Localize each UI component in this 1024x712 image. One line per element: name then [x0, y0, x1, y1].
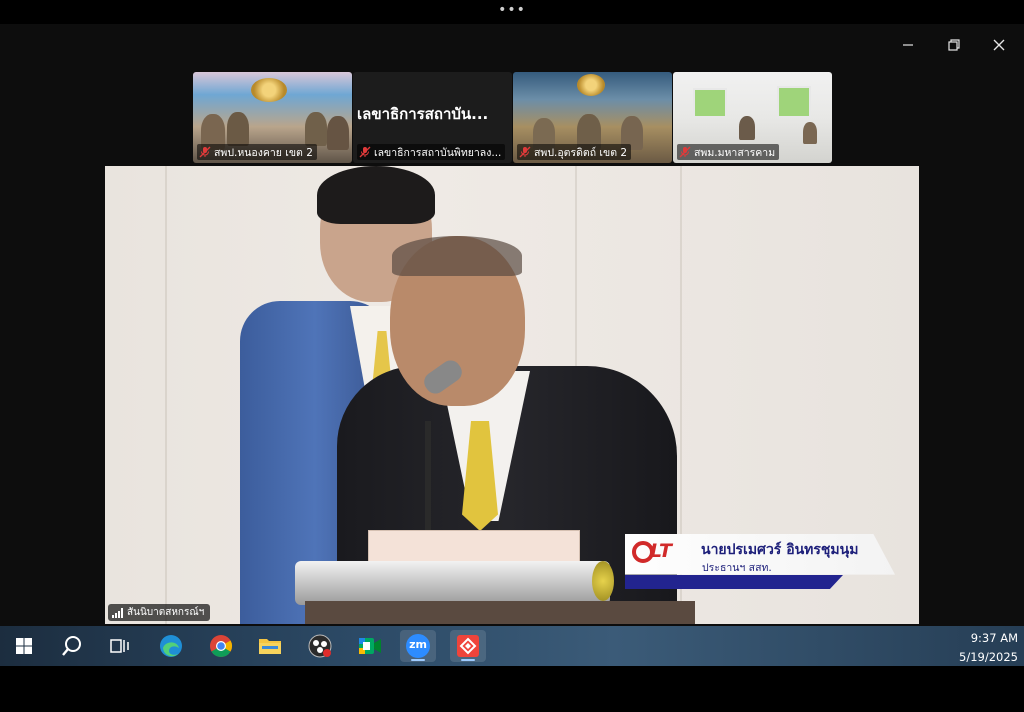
- edge-icon: [160, 635, 182, 657]
- podium: [295, 561, 610, 605]
- windows-taskbar: zm: [0, 626, 1024, 666]
- participant-strip: สพป.หนองคาย เขต 2 เลขาธิการสถาบัน... เลข…: [193, 72, 832, 163]
- microphone: [425, 421, 431, 541]
- participant-tile[interactable]: สพม.มหาสารคาม: [673, 72, 832, 163]
- restore-button[interactable]: [939, 32, 969, 58]
- obs-icon: [308, 634, 332, 658]
- emblem-image: [577, 74, 605, 96]
- participant-tile[interactable]: เลขาธิการสถาบัน... เลขาธิการสถาบันพิทยาล…: [353, 72, 512, 163]
- start-button[interactable]: [6, 630, 42, 662]
- participant-tile[interactable]: สพป.อุตรดิตถ์ เขต 2: [513, 72, 672, 163]
- chrome-icon: [210, 635, 232, 657]
- windows-start-icon: [16, 638, 32, 654]
- participant-name-label: สพป.หนองคาย เขต 2: [197, 144, 317, 160]
- clock-date: 5/19/2025: [959, 650, 1018, 664]
- clock-time: 9:37 AM: [970, 631, 1018, 645]
- active-speaker-video[interactable]: มาตร LT นายปรเมศวร์ อินทรชุมนุม ประธานฯ …: [105, 166, 919, 624]
- mic-muted-icon: [359, 146, 371, 158]
- zoom-button[interactable]: zm: [400, 630, 436, 662]
- speaker-title: ประธานฯ สสท.: [702, 562, 772, 574]
- participant-name-label: สพป.อุตรดิตถ์ เขต 2: [517, 144, 632, 160]
- participant-name-label: เลขาธิการสถาบันพิทยาลง...: [357, 144, 506, 160]
- minimize-button[interactable]: [893, 32, 923, 58]
- window-title-bar: •••: [0, 0, 1024, 24]
- google-meet-icon: [359, 638, 381, 654]
- speaker-name-badge: สันนิบาตสหกรณ์ฯ: [108, 604, 211, 621]
- more-options-icon[interactable]: •••: [498, 3, 526, 18]
- file-explorer-button[interactable]: [252, 630, 288, 662]
- system-clock[interactable]: 9:37 AM 5/19/2025: [950, 629, 1018, 667]
- mic-muted-icon: [199, 146, 211, 158]
- google-meet-button[interactable]: [352, 630, 388, 662]
- task-view-button[interactable]: [102, 630, 138, 662]
- lower-third-accent-bar: [625, 575, 843, 589]
- room-window: [693, 88, 727, 118]
- edge-button[interactable]: [153, 630, 189, 662]
- speaker-name: นายปรเมศวร์ อินทรชุมนุม: [701, 542, 859, 558]
- minimize-icon: [903, 44, 913, 46]
- participant-tile[interactable]: สพป.หนองคาย เขต 2: [193, 72, 352, 163]
- restore-icon: [948, 39, 960, 51]
- file-explorer-icon: [259, 639, 281, 654]
- search-icon: [62, 636, 81, 656]
- chrome-button[interactable]: [203, 630, 239, 662]
- connection-signal-icon: [112, 607, 123, 618]
- close-icon: [993, 39, 1005, 51]
- zoom-meeting-window: ••• สพป.หนองคาย เขต 2 เลขาธิการสถาบัน...…: [0, 0, 1024, 712]
- participant-name-label: สพม.มหาสารคาม: [677, 144, 780, 160]
- mic-muted-icon: [519, 146, 531, 158]
- participant-video: [739, 116, 755, 140]
- mic-muted-icon: [679, 146, 691, 158]
- anydesk-button[interactable]: [450, 630, 486, 662]
- search-button[interactable]: [54, 630, 90, 662]
- participant-display-name: เลขาธิการสถาบัน...: [357, 105, 489, 123]
- emblem-image: [251, 78, 287, 102]
- close-button[interactable]: [984, 32, 1014, 58]
- obs-button[interactable]: [302, 630, 338, 662]
- task-view-icon: [110, 639, 129, 653]
- lt-logo: LT: [632, 540, 694, 568]
- anydesk-icon: [457, 635, 479, 657]
